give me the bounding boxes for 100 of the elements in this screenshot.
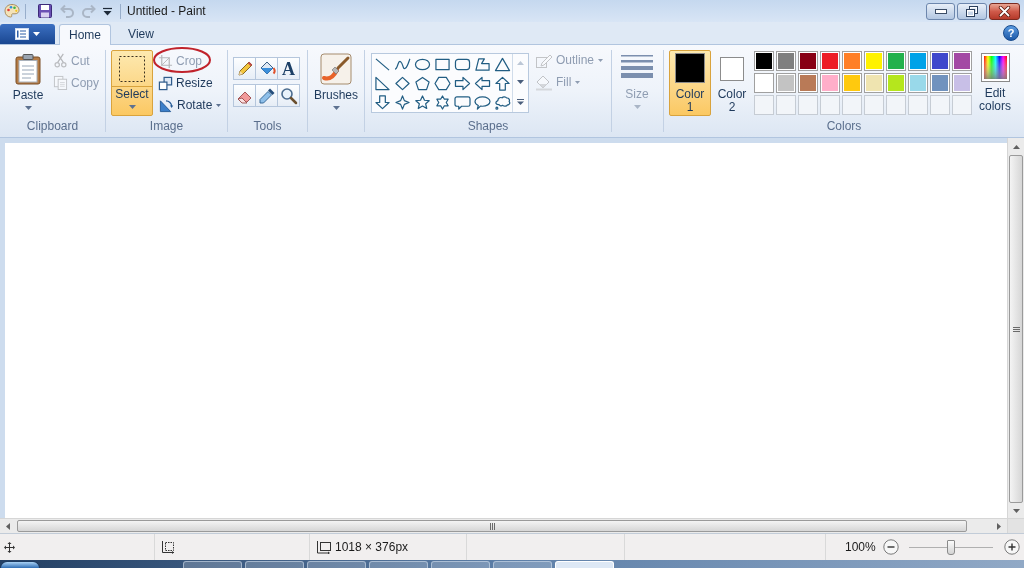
app-menu-button[interactable] [0,24,55,44]
color-swatch[interactable] [886,51,906,71]
grip-icon [489,522,495,530]
color-swatch[interactable] [754,51,774,71]
color-swatch[interactable] [930,51,950,71]
oval-callout-icon[interactable] [473,95,491,110]
fill-bucket-icon [535,73,553,91]
scroll-down-arrow-icon[interactable] [1012,507,1020,514]
eraser-button[interactable] [233,84,256,107]
empty-color-slot[interactable] [886,95,906,115]
color-swatch[interactable] [842,51,862,71]
caret-icon [575,80,581,84]
customize-caret-icon[interactable] [103,6,112,16]
rounded-rectangle-icon[interactable] [453,57,471,72]
color-swatch[interactable] [908,73,928,93]
minimize-button[interactable] [926,2,955,20]
color-swatch[interactable] [820,51,840,71]
close-icon [998,5,1011,17]
left-arrow-icon[interactable] [473,76,491,91]
text-tool-button[interactable]: A [277,57,300,80]
caret-icon [598,58,604,62]
oval-icon[interactable] [413,57,431,72]
empty-color-slot[interactable] [754,95,774,115]
color-swatch[interactable] [820,73,840,93]
ribbon-tab[interactable]: View [115,23,167,44]
cloud-callout-icon[interactable] [493,95,511,110]
resize-icon [158,75,173,91]
color-swatch[interactable] [930,73,950,93]
rectangle-callout-icon[interactable] [453,95,471,110]
color-button[interactable]: Color 1 [669,50,711,116]
ribbon-button[interactable]: Resize [157,72,223,94]
empty-color-slot[interactable] [930,95,950,115]
pencil-button[interactable] [233,57,256,80]
zoom-slider-thumb[interactable] [946,539,955,555]
curve-icon[interactable] [393,57,411,72]
empty-color-slot[interactable] [908,95,928,115]
empty-color-slot[interactable] [952,95,972,115]
close-button[interactable] [989,2,1020,20]
restore-button[interactable] [957,2,987,20]
color-swatch[interactable] [864,73,884,93]
color-swatch[interactable] [798,51,818,71]
down-arrow-icon[interactable] [373,95,391,110]
help-button[interactable]: ? [1003,25,1019,41]
brushes-button[interactable]: Brushes [312,50,360,116]
pentagon-icon[interactable] [413,76,431,91]
window-title: Untitled - Paint [127,3,206,20]
color-swatch[interactable] [886,73,906,93]
triangle-icon[interactable] [493,57,511,72]
rectangle-icon[interactable] [433,57,451,72]
polygon-icon[interactable] [473,57,491,72]
scrollbar-thumb[interactable] [17,520,967,532]
line-icon[interactable] [373,57,391,72]
save-icon[interactable] [38,4,52,18]
color-swatch[interactable] [952,73,972,93]
zoom-slider[interactable] [908,539,993,555]
empty-color-slot[interactable] [820,95,840,115]
canvas-size-text: 1018 × 376px [335,539,409,556]
four-point-star-icon[interactable] [393,95,411,110]
color-swatch[interactable] [842,73,862,93]
diamond-icon[interactable] [393,76,411,91]
color-swatch[interactable] [776,73,796,93]
scroll-left-arrow-icon[interactable] [5,522,12,530]
color-swatch[interactable] [908,51,928,71]
empty-color-slot[interactable] [798,95,818,115]
right-arrow-icon[interactable] [453,76,471,91]
hexagon-icon[interactable] [433,76,451,91]
zoom-in-icon[interactable] [1003,539,1020,555]
line-thickness-icon [621,54,653,78]
magnifier-icon [279,86,298,105]
color-picker-button[interactable] [255,84,278,107]
scroll-right-arrow-icon[interactable] [995,522,1002,530]
caret-icon [128,105,136,109]
group-label: Tools [252,118,283,135]
color-swatch[interactable] [952,51,972,71]
color-swatch[interactable] [776,51,796,71]
up-arrow-icon[interactable] [493,76,511,91]
magnifier-button[interactable] [277,84,300,107]
right-triangle-icon[interactable] [373,76,391,91]
color-swatch[interactable] [754,73,774,93]
color-button[interactable]: Color 2 [714,50,750,116]
menu-icon [15,28,29,40]
caret-icon [633,105,641,109]
ribbon-tab[interactable]: Home [59,24,111,45]
select-button[interactable]: Select [111,50,153,116]
empty-color-slot[interactable] [864,95,884,115]
edit-colors-button[interactable]: Edit colors [976,50,1014,116]
color-swatch[interactable] [798,73,818,93]
color-swatch[interactable] [864,51,884,71]
scroll-up-arrow-icon[interactable] [1012,144,1020,151]
paste-button[interactable]: Paste [8,50,48,116]
fill-bucket-button[interactable] [255,57,278,80]
zoom-out-icon[interactable] [882,539,899,555]
scrollbar-thumb[interactable] [1009,155,1023,503]
six-point-star-icon[interactable] [433,95,451,110]
empty-color-slot[interactable] [842,95,862,115]
caret-icon [33,32,40,36]
five-point-star-icon[interactable] [413,95,431,110]
empty-color-slot[interactable] [776,95,796,115]
start-button[interactable] [0,561,40,568]
ribbon-button[interactable]: Rotate [157,94,223,116]
